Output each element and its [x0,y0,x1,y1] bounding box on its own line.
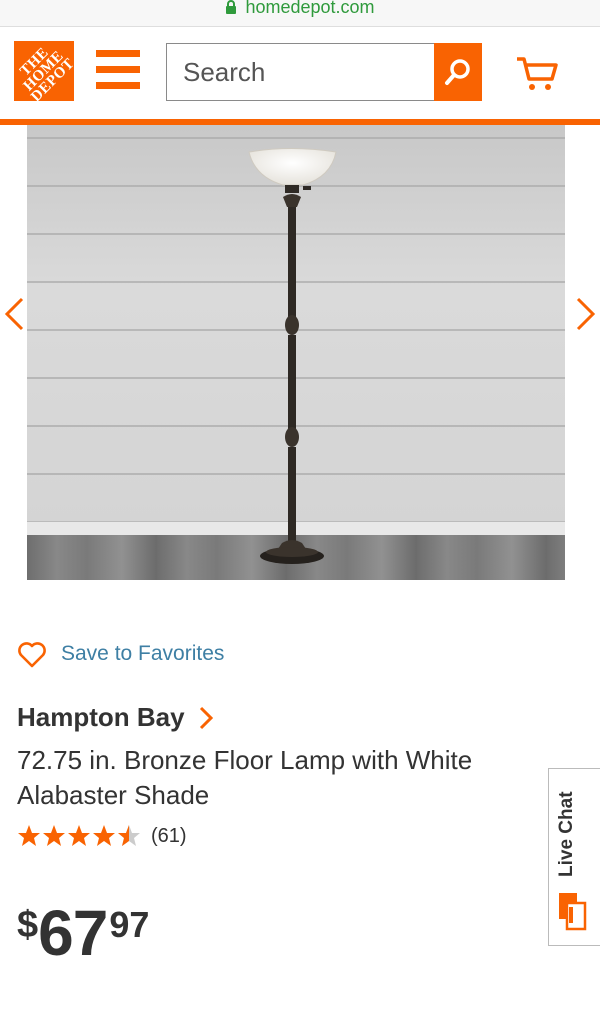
chevron-right-icon[interactable] [574,296,598,332]
rating-stars [17,824,141,848]
star-icon [93,825,115,846]
cart-icon[interactable] [514,53,560,93]
price-dollars: 67 [38,897,108,969]
logo-text: THE HOME DEPOT [17,44,74,101]
live-chat-label: Live Chat [556,791,577,877]
search-button[interactable] [434,43,482,101]
price-currency: $ [17,904,39,946]
save-to-favorites-label: Save to Favorites [61,642,225,665]
browser-url-bar[interactable]: homedepot.com [0,0,600,27]
product-image-gallery[interactable] [27,125,565,580]
floor-lamp-image [248,148,337,564]
chat-icon [559,893,587,931]
site-header: THE HOME DEPOT [0,27,600,125]
product-title: 72.75 in. Bronze Floor Lamp with White A… [17,745,473,810]
review-count: (61) [151,824,187,847]
chevron-left-icon[interactable] [2,296,26,332]
product-rating[interactable]: (61) [17,824,187,848]
search-icon [445,59,470,85]
browser-url: homedepot.com [245,0,375,17]
product-price: $ 67 97 [17,900,149,966]
star-icon [18,825,40,846]
search-bar [166,43,482,101]
lock-icon [226,0,237,14]
star-icon [68,825,90,846]
chevron-right-icon [199,706,213,729]
save-to-favorites-button[interactable]: Save to Favorites [17,640,224,668]
star-icon [43,825,65,846]
brand-name: Hampton Bay [17,702,185,732]
home-depot-logo[interactable]: THE HOME DEPOT [14,41,74,101]
price-cents: 97 [109,904,150,945]
brand-link[interactable]: Hampton Bay [17,702,213,733]
live-chat-tab[interactable]: Live Chat [548,768,600,946]
menu-icon[interactable] [96,50,140,92]
star-half-icon [118,825,140,846]
search-input[interactable] [167,44,434,100]
heart-icon [18,642,46,668]
